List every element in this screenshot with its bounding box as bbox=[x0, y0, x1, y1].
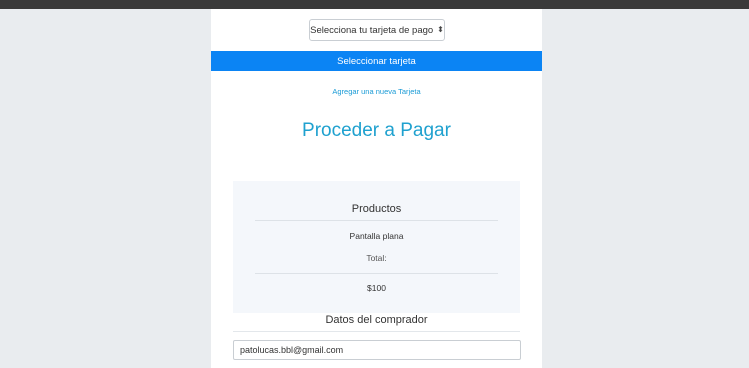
product-name: Pantalla plana bbox=[349, 231, 404, 241]
proceed-to-pay-title: Proceder a Pagar bbox=[302, 120, 451, 141]
products-box: Productos Pantalla plana Total: $100 bbox=[233, 181, 520, 313]
card-select-value: Selecciona tu tarjeta de pago bbox=[310, 24, 434, 36]
select-arrows-icon: ⬍ bbox=[437, 25, 444, 34]
divider bbox=[233, 331, 520, 332]
products-title: Productos bbox=[351, 203, 402, 215]
divider bbox=[255, 220, 498, 221]
email-field[interactable] bbox=[233, 340, 521, 360]
divider bbox=[255, 273, 498, 274]
card-select[interactable]: Selecciona tu tarjeta de pago ⬍ bbox=[309, 19, 445, 41]
buyer-data-title: Datos del comprador bbox=[325, 314, 428, 326]
add-card-link[interactable]: Agregar una nueva Tarjeta bbox=[211, 87, 542, 96]
total-value: $100 bbox=[367, 283, 386, 293]
checkout-panel: Selecciona tu tarjeta de pago ⬍ Seleccio… bbox=[211, 9, 542, 368]
select-card-button[interactable]: Seleccionar tarjeta bbox=[211, 51, 542, 71]
total-label: Total: bbox=[366, 253, 387, 263]
browser-top-bar bbox=[0, 0, 749, 9]
